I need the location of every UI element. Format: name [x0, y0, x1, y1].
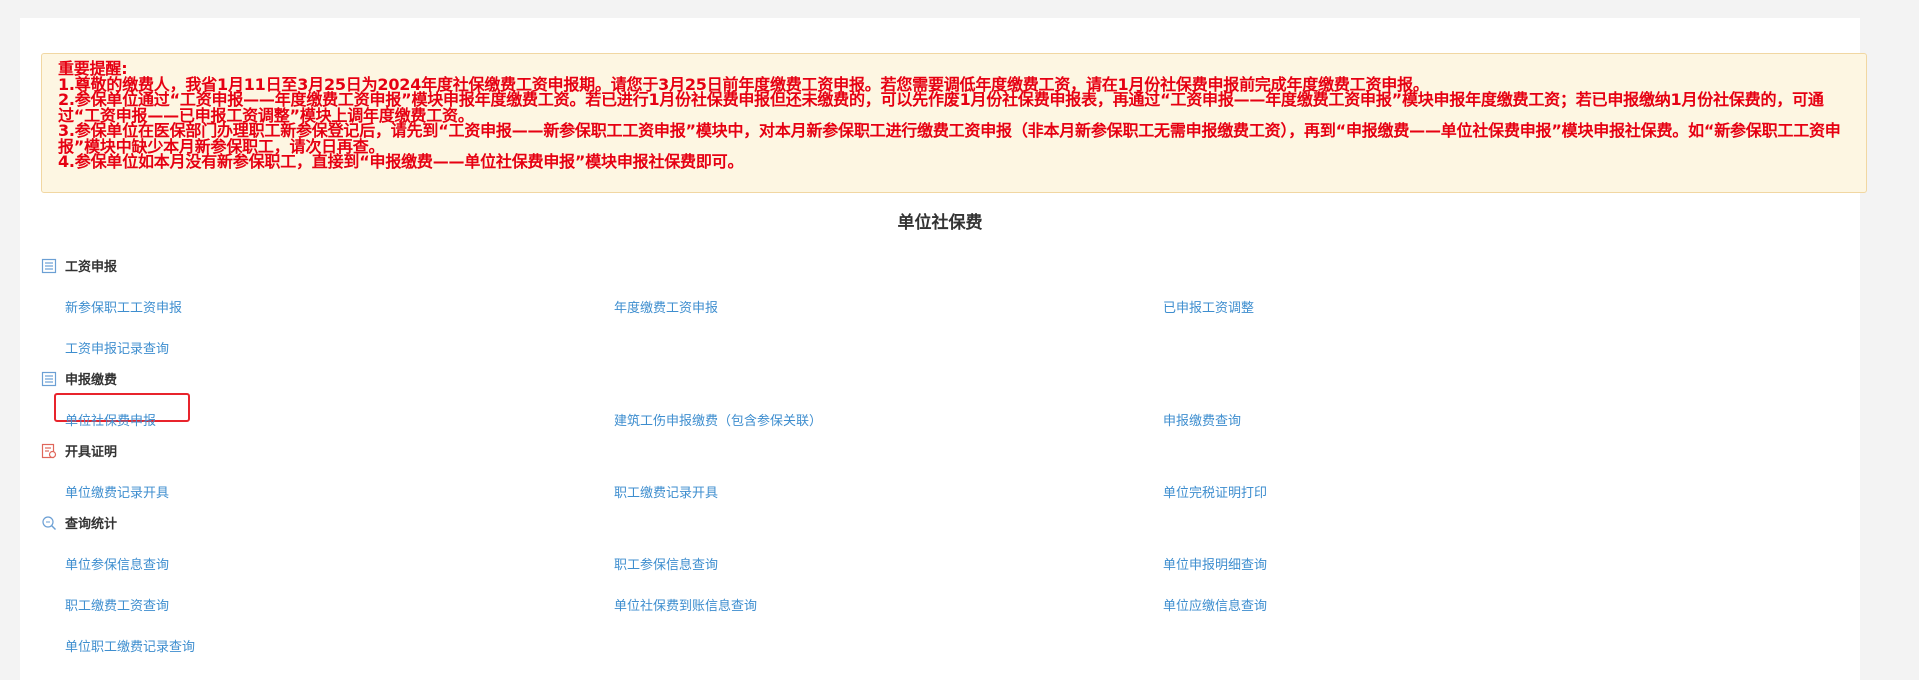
notice-line-3: 3.参保单位在医保部门办理职工新参保登记后，请先到“工资申报——新参保职工工资申… [58, 121, 1841, 156]
link-annual-wage-declare[interactable]: 年度缴费工资申报 [614, 297, 718, 316]
section-wage-title: 工资申报 [65, 260, 118, 275]
section-cert-title: 开具证明 [65, 445, 118, 460]
section-declare-title: 申报缴费 [65, 373, 118, 388]
link-unit-insurance-info-query[interactable]: 单位参保信息查询 [65, 554, 169, 573]
link-new-employee-wage-declare[interactable]: 新参保职工工资申报 [65, 297, 182, 316]
section-declare-header: 申报缴费 [41, 369, 117, 388]
link-unit-employee-payment-record-query[interactable]: 单位职工缴费记录查询 [65, 636, 195, 655]
page-title: 单位社保费 [897, 213, 983, 233]
link-employee-insurance-info-query[interactable]: 职工参保信息查询 [614, 554, 718, 573]
certificate-icon [41, 443, 57, 459]
link-unit-social-insurance-declare[interactable]: 单位社保费申报 [65, 410, 156, 429]
link-declared-wage-adjust[interactable]: 已申报工资调整 [1163, 297, 1254, 316]
notice-line-4: 4.参保单位如本月没有新参保职工，直接到“申报缴费——单位社保费申报”模块申报社… [58, 152, 744, 171]
section-query-header: 查询统计 [41, 513, 117, 532]
section-wage-header: 工资申报 [41, 256, 117, 275]
section-cert-header: 开具证明 [41, 441, 117, 460]
link-wage-declare-record-query[interactable]: 工资申报记录查询 [65, 338, 169, 357]
list-icon [41, 371, 57, 387]
link-unit-payment-record-issue[interactable]: 单位缴费记录开具 [65, 482, 169, 501]
link-employee-payment-record-issue[interactable]: 职工缴费记录开具 [614, 482, 718, 501]
link-unit-declare-detail-query[interactable]: 单位申报明细查询 [1163, 554, 1267, 573]
section-query-title: 查询统计 [65, 517, 118, 532]
link-construction-injury-declare[interactable]: 建筑工伤申报缴费（包含参保关联） [614, 410, 822, 429]
notice-line-2: 2.参保单位通过“工资申报——年度缴费工资申报”模块申报年度缴费工资。若已进行1… [58, 90, 1824, 125]
link-employee-payment-wage-query[interactable]: 职工缴费工资查询 [65, 595, 169, 614]
link-declare-payment-query[interactable]: 申报缴费查询 [1163, 410, 1241, 429]
notice-box: 重要提醒: 1.尊敬的缴费人，我省1月11日至3月25日为2024年度社保缴费工… [41, 53, 1867, 193]
link-unit-tax-certificate-print[interactable]: 单位完税证明打印 [1163, 482, 1267, 501]
main-panel: 重要提醒: 1.尊敬的缴费人，我省1月11日至3月25日为2024年度社保缴费工… [20, 18, 1867, 680]
search-icon [41, 515, 57, 531]
link-unit-social-insurance-arrival-query[interactable]: 单位社保费到账信息查询 [614, 595, 757, 614]
list-icon [41, 258, 57, 274]
link-unit-payable-info-query[interactable]: 单位应缴信息查询 [1163, 595, 1267, 614]
